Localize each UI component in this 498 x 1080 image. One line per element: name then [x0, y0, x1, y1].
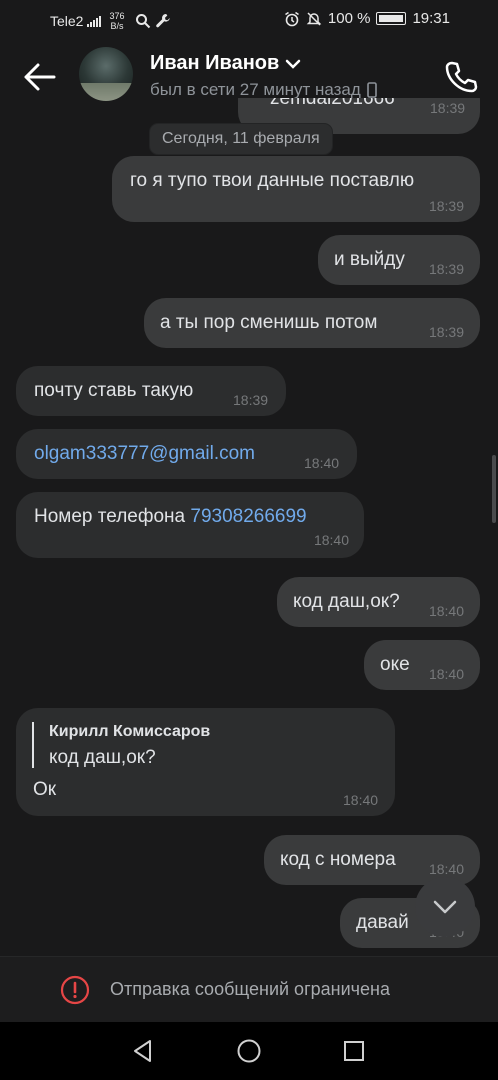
message-time: 18:39	[428, 261, 464, 277]
alarm-icon	[284, 11, 299, 26]
avatar[interactable]	[79, 47, 133, 101]
circle-home-icon[interactable]	[236, 1038, 262, 1064]
search-icon	[135, 14, 150, 29]
message-text: zemdai201666	[270, 98, 395, 109]
contact-name[interactable]: Иван Иванов	[150, 52, 301, 75]
triangle-back-icon[interactable]	[130, 1038, 156, 1064]
wrench-icon	[155, 14, 170, 28]
message-text: давай	[356, 912, 409, 933]
message-text: почту ставь такую	[34, 380, 194, 401]
phone-label: Номер телефона	[34, 506, 191, 527]
message-text: Номер телефона 79308266699	[34, 506, 307, 528]
message-bubble[interactable]: olgam333777@gmail.com 18:40	[16, 429, 357, 479]
reply-bar	[32, 722, 34, 768]
battery-icon	[376, 12, 407, 25]
online-status: был в сети 27 минут назад	[150, 80, 377, 100]
restricted-notice-text: Отправка сообщений ограничена	[110, 979, 390, 999]
network-speed-unit: B/s	[110, 21, 124, 31]
message-time: 18:40	[428, 603, 464, 619]
message-text: го я тупо твои данные поставлю	[130, 170, 415, 191]
network-speed-value: 376	[109, 11, 125, 21]
message-text: оке	[380, 654, 410, 675]
date-separator: Сегодня, 11 февраля	[150, 124, 332, 154]
online-status-text: был в сети 27 минут назад	[150, 80, 361, 99]
signal-icon	[87, 15, 102, 27]
smartphone-icon	[366, 82, 377, 98]
chevron-down-icon	[433, 900, 457, 914]
battery-percentage: 100 %	[327, 10, 371, 27]
message-time: 18:39	[430, 100, 466, 116]
mute-bell-icon	[306, 11, 322, 26]
message-bubble[interactable]: и выйду 18:39	[318, 235, 480, 285]
message-time: 18:39	[428, 198, 464, 214]
message-text: а ты пор сменишь потом	[160, 312, 378, 333]
phone-icon[interactable]	[444, 60, 478, 94]
message-time: 18:39	[428, 324, 464, 340]
phone-number-link[interactable]: 79308266699	[190, 506, 306, 527]
carrier-name: Tele2	[50, 13, 84, 29]
exclamation-circle-icon	[60, 975, 90, 1005]
scroll-down-button[interactable]	[415, 877, 475, 937]
reply-author: Кирилл Комиссаров	[49, 723, 211, 740]
message-bubble[interactable]: Кирилл Комиссаров код даш,ок? Ок 18:40	[16, 708, 395, 816]
message-bubble[interactable]: Номер телефона 79308266699 18:40	[16, 492, 364, 558]
message-time: 18:40	[343, 792, 379, 808]
email-link[interactable]: olgam333777@gmail.com	[34, 443, 255, 465]
status-bar: Tele2 376 B/s 100 % 19:31	[0, 0, 498, 38]
restricted-notice: Отправка сообщений ограничена	[0, 956, 498, 1022]
clock: 19:31	[412, 10, 450, 27]
message-list[interactable]: zemdai201666 18:39 Сегодня, 11 февраля г…	[0, 98, 498, 956]
chevron-down-icon	[286, 59, 301, 69]
reply-quote-text: код даш,ок?	[49, 747, 156, 768]
message-time: 18:39	[233, 392, 269, 408]
message-bubble[interactable]: а ты пор сменишь потом 18:39	[144, 298, 480, 348]
message-time: 18:40	[428, 861, 464, 877]
network-speed: 376 B/s	[109, 11, 124, 31]
message-bubble[interactable]: код даш,ок? 18:40	[277, 577, 480, 627]
navigation-bar	[0, 1022, 498, 1080]
message-text: код даш,ок?	[293, 591, 400, 612]
message-time: 18:40	[428, 666, 464, 682]
arrow-left-icon[interactable]	[22, 62, 56, 92]
message-time: 18:40	[304, 455, 340, 471]
square-recents-icon[interactable]	[341, 1038, 367, 1064]
message-text: Ок	[33, 779, 57, 800]
scrollbar[interactable]	[492, 455, 496, 523]
message-text: код с номера	[280, 849, 396, 870]
message-bubble[interactable]: почту ставь такую 18:39	[16, 366, 286, 416]
message-text: и выйду	[334, 249, 405, 270]
message-bubble[interactable]: оке 18:40	[364, 640, 480, 690]
message-time: 18:40	[313, 532, 349, 548]
message-bubble[interactable]: го я тупо твои данные поставлю 18:39	[112, 156, 480, 222]
contact-name-text: Иван Иванов	[150, 52, 280, 74]
